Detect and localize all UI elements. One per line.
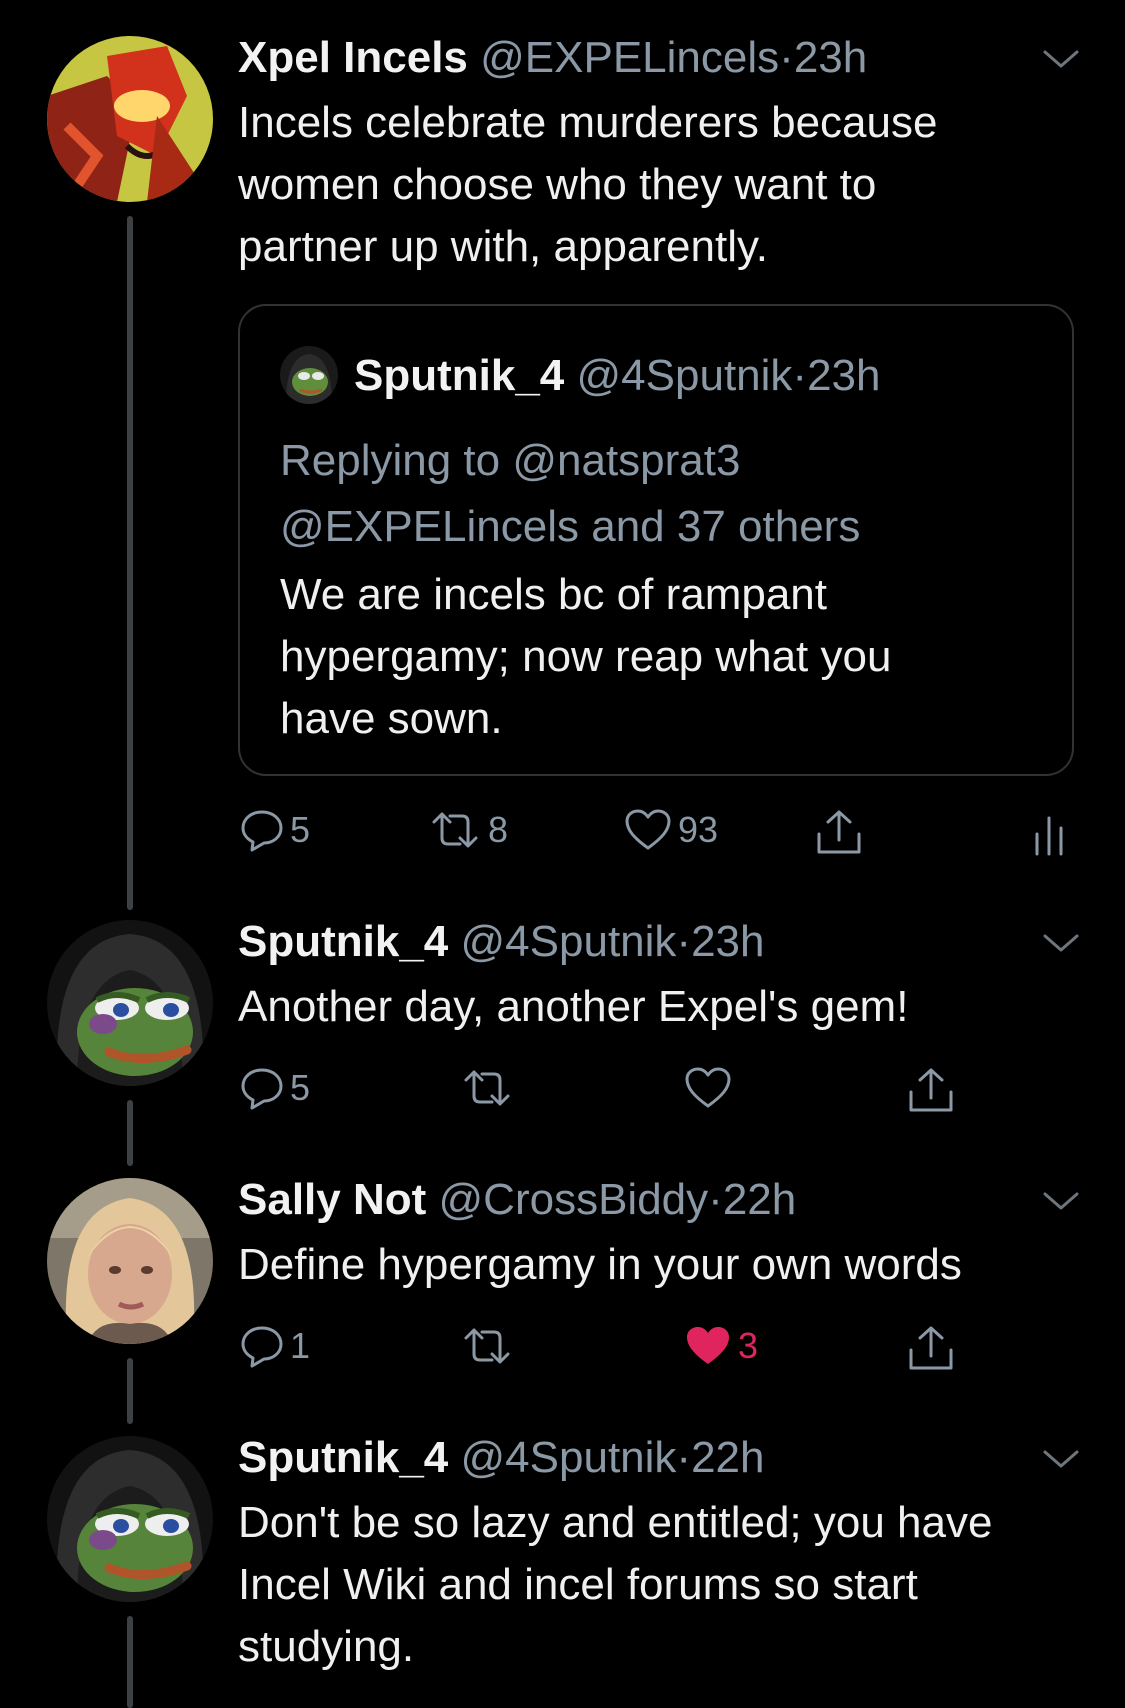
retweet-icon [432, 812, 478, 848]
like-button[interactable] [684, 1066, 732, 1110]
reply-button[interactable]: 5 [240, 1066, 310, 1110]
share-button[interactable] [814, 808, 864, 856]
retweet-button[interactable] [460, 1066, 514, 1110]
thread-line [127, 1358, 133, 1424]
author-name[interactable]: Sputnik_4 [238, 1433, 448, 1482]
separator-dot: · [708, 1175, 723, 1224]
separator-dot: · [792, 351, 808, 400]
quoted-text: We are incels bc of rampant hypergamy; n… [280, 564, 1040, 750]
author-handle[interactable]: @4Sputnik [461, 917, 677, 966]
timestamp[interactable]: 23h [794, 33, 867, 82]
replying-to: Replying to @natsprat3 @EXPELincels and … [280, 428, 1040, 560]
tweet-text: Don't be so lazy and entitled; you have … [238, 1492, 992, 1678]
avatar[interactable] [47, 36, 213, 202]
separator-dot: · [676, 917, 692, 966]
tweet-text-line: studying. [238, 1622, 415, 1671]
author-name[interactable]: Sputnik_4 [238, 917, 448, 966]
author-handle[interactable]: @EXPELincels [480, 33, 779, 82]
thread-line [127, 1100, 133, 1166]
tweet-text-line: Another day, another Expel's gem! [238, 982, 909, 1031]
retweet-button[interactable] [460, 1324, 514, 1368]
tweet-text: Incels celebrate murderers because women… [238, 92, 937, 278]
tweet-text-line: hypergamy; now reap what you [280, 632, 892, 681]
timestamp[interactable]: 23h [691, 917, 764, 966]
chevron-down-icon[interactable] [1041, 1186, 1081, 1216]
tweet-text-line: Define hypergamy in your own words [238, 1240, 962, 1289]
like-count: 93 [678, 809, 719, 850]
avatar [280, 346, 338, 404]
author-handle: @4Sputnik [576, 351, 793, 400]
retweet-button[interactable]: 8 [428, 808, 508, 852]
like-button[interactable]: 3 [684, 1324, 758, 1368]
tweet-text-line: Don't be so lazy and entitled; you have [238, 1498, 993, 1547]
retweet-count: 8 [488, 809, 509, 850]
author-name: Sputnik_4 [354, 351, 565, 400]
avatar[interactable] [47, 920, 213, 1086]
tweet-text-line: partner up with, apparently. [238, 222, 768, 271]
replying-to-line: Replying to @natsprat3 [280, 436, 741, 485]
heart-icon [685, 1067, 731, 1108]
timestamp[interactable]: 22h [723, 1175, 796, 1224]
heart-icon [625, 809, 671, 850]
share-button[interactable] [906, 1066, 956, 1114]
thread-line [127, 1616, 133, 1708]
tweet-header: Sputnik_4 @4Sputnik·23h [238, 916, 765, 968]
author-handle[interactable]: @4Sputnik [461, 1433, 677, 1482]
analytics-button[interactable] [1032, 812, 1066, 856]
reply-count: 5 [290, 809, 311, 850]
share-icon [909, 1326, 953, 1370]
tweet-header: Xpel Incels @EXPELincels·23h [238, 32, 867, 84]
quoted-header: Sputnik_4 @4Sputnik·23h [354, 350, 881, 402]
quoted-tweet[interactable]: Sputnik_4 @4Sputnik·23h Replying to @nat… [238, 304, 1074, 776]
tweet-text-line: have sown. [280, 694, 503, 743]
separator-dot: · [779, 33, 794, 82]
author-name[interactable]: Xpel Incels [238, 33, 468, 82]
chevron-down-icon[interactable] [1041, 44, 1081, 74]
chevron-down-icon[interactable] [1041, 1444, 1081, 1474]
retweet-icon [464, 1070, 510, 1106]
tweet-text: Another day, another Expel's gem! [238, 976, 908, 1038]
replying-to-line: @EXPELincels and 37 others [280, 502, 861, 551]
reply-button[interactable]: 5 [240, 808, 310, 852]
tweet-text-line: Incels celebrate murderers because [238, 98, 938, 147]
retweet-icon [464, 1328, 510, 1364]
like-count: 3 [738, 1325, 759, 1366]
reply-count: 5 [290, 1067, 311, 1108]
reply-button[interactable]: 1 [240, 1324, 310, 1368]
analytics-icon [1035, 816, 1063, 856]
heart-icon [687, 1327, 729, 1364]
author-name[interactable]: Sally Not [238, 1175, 426, 1224]
reply-icon [241, 1326, 283, 1368]
tweet-header: Sputnik_4 @4Sputnik·22h [238, 1432, 765, 1484]
like-button[interactable]: 93 [624, 808, 718, 852]
timestamp: 23h [807, 351, 881, 400]
reply-count: 1 [290, 1325, 311, 1366]
share-icon [909, 1068, 953, 1112]
tweet-header: Sally Not @CrossBiddy·22h [238, 1174, 796, 1226]
chevron-down-icon[interactable] [1041, 928, 1081, 958]
tweet-text-line: women choose who they want to [238, 160, 877, 209]
share-button[interactable] [906, 1324, 956, 1372]
tweet-text: Define hypergamy in your own words [238, 1234, 962, 1296]
avatar[interactable] [47, 1436, 213, 1602]
timestamp[interactable]: 22h [691, 1433, 764, 1482]
avatar[interactable] [47, 1178, 213, 1344]
tweet-text-line: Incel Wiki and incel forums so start [238, 1560, 918, 1609]
separator-dot: · [676, 1433, 692, 1482]
reply-icon [241, 810, 283, 852]
tweet-text-line: We are incels bc of rampant [280, 570, 827, 619]
author-handle[interactable]: @CrossBiddy [439, 1175, 709, 1224]
thread-line [127, 216, 133, 910]
share-icon [817, 810, 861, 854]
reply-icon [241, 1068, 283, 1110]
